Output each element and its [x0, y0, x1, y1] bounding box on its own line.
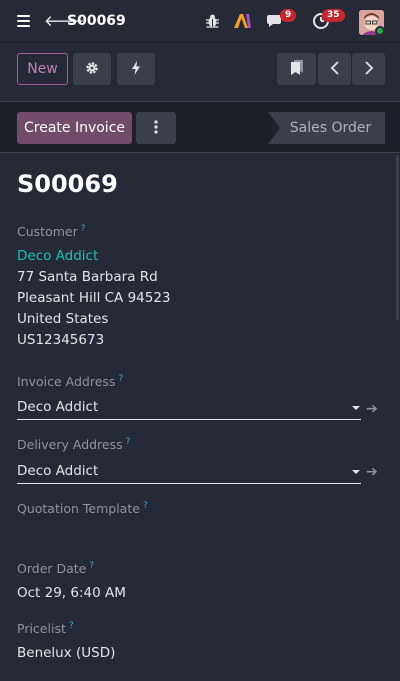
address-line: 77 Santa Barbara Rd	[17, 269, 158, 285]
bug-icon[interactable]	[205, 13, 220, 33]
more-actions-button[interactable]	[136, 112, 176, 144]
chevron-right-icon	[364, 60, 374, 79]
vertical-dots-icon	[154, 119, 158, 138]
next-record-button[interactable]	[352, 53, 385, 85]
activities-badge: 35	[322, 9, 345, 22]
control-panel: New	[0, 43, 400, 101]
bookmark-icon	[290, 59, 304, 79]
online-status-dot	[375, 26, 385, 36]
delivery-address-label: Delivery Address?	[17, 437, 131, 453]
delivery-address-field[interactable]: Deco Addict	[17, 460, 361, 484]
invoice-address-field[interactable]: Deco Addict	[17, 396, 361, 420]
chevron-down-icon[interactable]	[352, 406, 360, 410]
bookmark-button[interactable]	[277, 53, 316, 85]
ai-icon[interactable]	[233, 12, 253, 34]
delivery-address-value: Deco Addict	[17, 463, 99, 479]
quotation-template-field[interactable]	[17, 523, 361, 547]
gear-icon	[85, 60, 99, 79]
help-mark[interactable]: ?	[118, 374, 123, 384]
address-line: Pleasant Hill CA 94523	[17, 290, 171, 306]
address-line: United States	[17, 311, 109, 327]
chevron-down-icon[interactable]	[352, 470, 360, 474]
messages-badge: 9	[280, 9, 297, 22]
create-invoice-button[interactable]: Create Invoice	[17, 112, 132, 144]
previous-record-button[interactable]	[318, 53, 351, 85]
tax-id: US12345673	[17, 332, 105, 348]
menu-icon[interactable]	[17, 15, 30, 27]
invoice-address-value: Deco Addict	[17, 399, 99, 415]
order-date-label: Order Date?	[17, 561, 95, 577]
pricelist-label: Pricelist?	[17, 621, 74, 637]
help-mark[interactable]: ?	[69, 621, 74, 631]
external-arrow-icon[interactable]: ➔	[366, 401, 378, 417]
bolt-icon	[131, 60, 141, 79]
breadcrumb-title[interactable]: S00069	[67, 12, 126, 30]
form-statusbar: Create Invoice Sales Order	[0, 101, 400, 153]
customer-label: Customer?	[17, 224, 86, 240]
external-arrow-icon[interactable]: ➔	[366, 464, 378, 480]
pricelist-value[interactable]: Benelux (USD)	[17, 645, 115, 661]
help-mark[interactable]: ?	[126, 437, 131, 447]
quotation-template-label: Quotation Template?	[17, 501, 148, 517]
help-mark[interactable]: ?	[81, 224, 86, 234]
help-mark[interactable]: ?	[89, 561, 94, 571]
invoice-address-label: Invoice Address?	[17, 374, 124, 390]
form-sheet: S00069 Customer? Deco Addict 77 Santa Ba…	[0, 153, 400, 681]
customer-link[interactable]: Deco Addict	[17, 248, 98, 264]
actions-button[interactable]	[117, 53, 155, 85]
order-date-value[interactable]: Oct 29, 6:40 AM	[17, 585, 126, 601]
help-mark[interactable]: ?	[143, 501, 148, 511]
new-button[interactable]: New	[17, 53, 68, 85]
settings-button[interactable]	[73, 53, 111, 85]
stage-sales-order[interactable]: Sales Order	[268, 112, 385, 144]
page-title: S00069	[17, 170, 118, 198]
scrollbar[interactable]	[396, 155, 399, 320]
chevron-left-icon	[330, 60, 340, 79]
top-navbar: 🡐 S00069 9 35	[0, 0, 400, 43]
